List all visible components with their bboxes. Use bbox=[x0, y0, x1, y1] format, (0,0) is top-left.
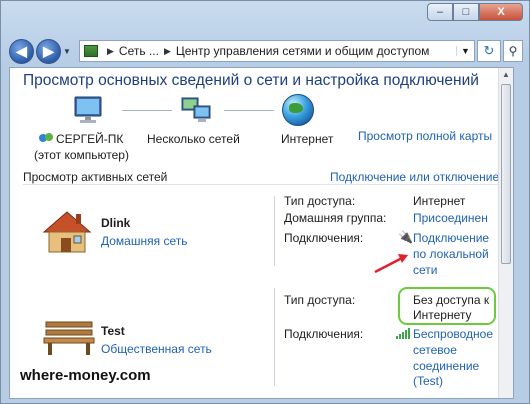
computer-icon[interactable] bbox=[72, 96, 106, 124]
homegroup-label: Домашняя группа: bbox=[284, 211, 387, 225]
control-panel-icon bbox=[84, 45, 98, 57]
close-button[interactable]: X bbox=[479, 3, 523, 21]
caption-buttons: – □ X bbox=[427, 3, 523, 21]
scroll-up-icon[interactable]: ▲ bbox=[502, 70, 510, 79]
column-divider bbox=[274, 196, 275, 266]
lan-connection-link-line2[interactable]: по локальной bbox=[413, 247, 489, 261]
network-type-home-link[interactable]: Домашняя сеть bbox=[101, 234, 187, 248]
access-type-label: Тип доступа: bbox=[284, 194, 356, 208]
network-center-window: – □ X ◀ ▶ ▼ ▶ Сеть ... ▶ Центр управлени… bbox=[0, 0, 530, 404]
back-arrow-icon[interactable]: ◀ bbox=[9, 38, 34, 64]
search-icon[interactable]: ⚲ bbox=[503, 40, 523, 62]
computer-small-icon bbox=[39, 133, 53, 142]
internet-label[interactable]: Интернет bbox=[281, 132, 333, 146]
column-divider bbox=[274, 288, 275, 386]
network-name-dlink: Dlink bbox=[101, 216, 131, 230]
address-dropdown-icon[interactable]: ▼ bbox=[456, 46, 474, 56]
wireless-connection-link-line2[interactable]: сетевое bbox=[413, 343, 457, 357]
breadcrumb-network-center[interactable]: Центр управления сетями и общим доступом bbox=[176, 44, 430, 58]
lan-connection-link-line1[interactable]: Подключение bbox=[413, 231, 489, 245]
navigation-bar: ◀ ▶ ▼ ▶ Сеть ... ▶ Центр управления сетя… bbox=[9, 37, 523, 65]
internet-globe-icon[interactable] bbox=[282, 94, 314, 126]
computer-subtitle: (этот компьютер) bbox=[34, 148, 129, 162]
address-bar[interactable]: ▶ Сеть ... ▶ Центр управления сетями и о… bbox=[79, 40, 475, 62]
minimize-button[interactable]: – bbox=[427, 3, 453, 21]
highlight-box bbox=[398, 287, 496, 325]
home-network-icon bbox=[42, 211, 92, 253]
homegroup-link[interactable]: Присоединен bbox=[413, 211, 488, 225]
main-content: Просмотр основных сведений о сети и наст… bbox=[9, 67, 514, 399]
computer-name[interactable]: СЕРГЕЙ-ПК bbox=[56, 132, 123, 146]
connections-label: Подключения: bbox=[284, 231, 364, 245]
breadcrumb-network[interactable]: Сеть ... bbox=[119, 44, 159, 58]
map-connector-line bbox=[224, 110, 274, 111]
history-dropdown-icon[interactable]: ▼ bbox=[63, 47, 75, 56]
access-type-label: Тип доступа: bbox=[284, 293, 356, 307]
map-connector-line bbox=[122, 110, 172, 111]
breadcrumb-separator-icon[interactable]: ▶ bbox=[164, 46, 171, 57]
refresh-icon[interactable]: ↻ bbox=[477, 40, 501, 62]
section-divider bbox=[23, 184, 498, 185]
scroll-thumb[interactable] bbox=[501, 84, 511, 264]
active-networks-header: Просмотр активных сетей bbox=[23, 170, 168, 184]
page-title: Просмотр основных сведений о сети и наст… bbox=[23, 72, 479, 89]
connect-disconnect-link[interactable]: Подключение или отключение bbox=[330, 170, 499, 184]
globe-land-shape bbox=[289, 103, 303, 113]
full-map-link[interactable]: Просмотр полной карты bbox=[358, 129, 492, 143]
multiple-networks-icon[interactable] bbox=[180, 96, 214, 124]
network-type-public-link[interactable]: Общественная сеть bbox=[101, 342, 212, 356]
wireless-connection-link-line4[interactable]: (Test) bbox=[413, 374, 443, 388]
wireless-connection-link-line1[interactable]: Беспроводное bbox=[413, 327, 493, 341]
breadcrumb-separator-icon[interactable]: ▶ bbox=[107, 46, 114, 57]
network-name-test: Test bbox=[101, 324, 125, 338]
vertical-scrollbar[interactable]: ▲ bbox=[498, 68, 513, 398]
networks-label[interactable]: Несколько сетей bbox=[147, 132, 240, 146]
wifi-signal-icon bbox=[396, 328, 410, 339]
public-network-bench-icon bbox=[43, 321, 95, 355]
red-arrow-icon bbox=[374, 254, 408, 274]
lan-connection-link-line3[interactable]: сети bbox=[413, 263, 437, 277]
ethernet-plug-icon: 🔌 bbox=[398, 230, 413, 244]
maximize-button[interactable]: □ bbox=[453, 3, 479, 21]
wireless-connection-link-line3[interactable]: соединение bbox=[413, 359, 479, 373]
forward-arrow-icon[interactable]: ▶ bbox=[36, 38, 61, 64]
connections-label: Подключения: bbox=[284, 327, 364, 341]
watermark-text: where-money.com bbox=[20, 367, 151, 384]
access-type-value: Интернет bbox=[413, 194, 466, 208]
